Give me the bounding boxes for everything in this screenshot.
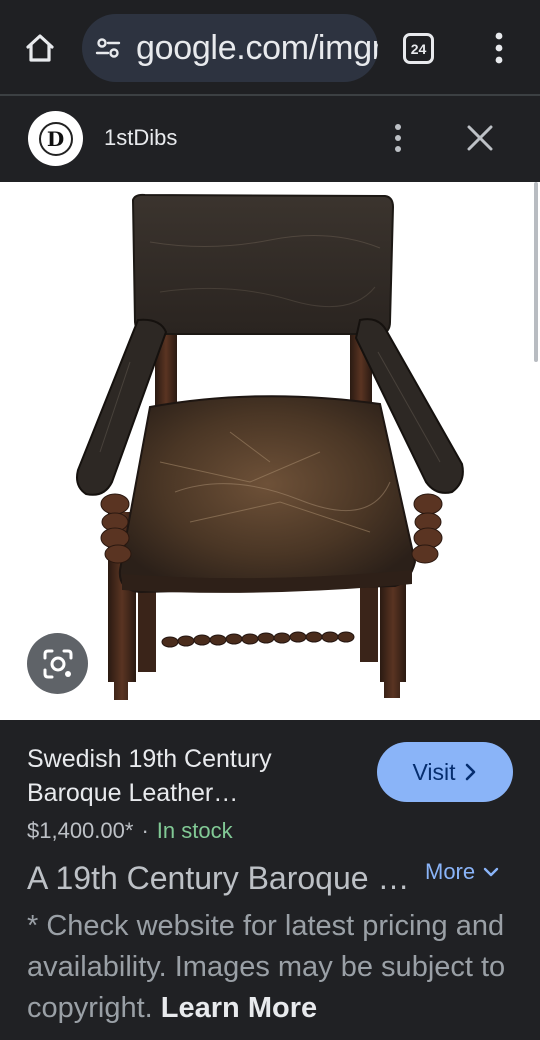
address-bar[interactable]: google.com/imgres — [82, 14, 378, 82]
home-button[interactable] — [20, 28, 60, 68]
source-header: D 1stDibs — [0, 96, 540, 182]
tab-switcher-icon[interactable]: 24 — [403, 33, 434, 64]
result-details: Swedish 19th Century Baroque Leather… Vi… — [0, 720, 540, 1040]
more-vert-icon[interactable] — [388, 120, 408, 156]
google-lens-icon — [43, 649, 72, 678]
product-image — [76, 193, 464, 700]
home-icon — [26, 34, 54, 62]
source-logo-mark: D — [38, 121, 73, 156]
url-text: google.com/imgres — [136, 29, 378, 67]
chevron-right-icon — [465, 763, 475, 781]
visit-button[interactable]: Visit — [377, 742, 513, 802]
separator: · — [141, 818, 149, 843]
chevron-down-icon — [483, 867, 499, 877]
lens-button[interactable] — [27, 633, 88, 694]
tune-icon[interactable] — [94, 34, 122, 62]
stock-status: In stock — [156, 818, 233, 843]
price-row: $1,400.00* · In stock — [27, 818, 233, 844]
browser-toolbar: google.com/imgres 24 — [0, 0, 540, 96]
visit-label: Visit — [412, 758, 456, 785]
close-icon[interactable] — [462, 120, 498, 156]
image-viewer[interactable] — [0, 182, 540, 720]
learn-more-link[interactable]: Learn More — [161, 992, 317, 1024]
more-vert-icon[interactable] — [488, 30, 510, 66]
tab-count: 24 — [410, 40, 427, 57]
source-logo[interactable]: D — [28, 111, 83, 166]
source-name[interactable]: 1stDibs — [104, 125, 177, 151]
disclaimer: * Check website for latest pricing and a… — [27, 906, 517, 1029]
scrollbar-thumb[interactable] — [534, 182, 538, 362]
product-title[interactable]: Swedish 19th Century Baroque Leather… — [27, 742, 357, 810]
more-label: More — [425, 859, 476, 884]
more-button[interactable]: More — [425, 859, 499, 885]
price: $1,400.00* — [27, 818, 134, 843]
description-title: A 19th Century Baroque Swedish Armchair — [27, 860, 412, 896]
